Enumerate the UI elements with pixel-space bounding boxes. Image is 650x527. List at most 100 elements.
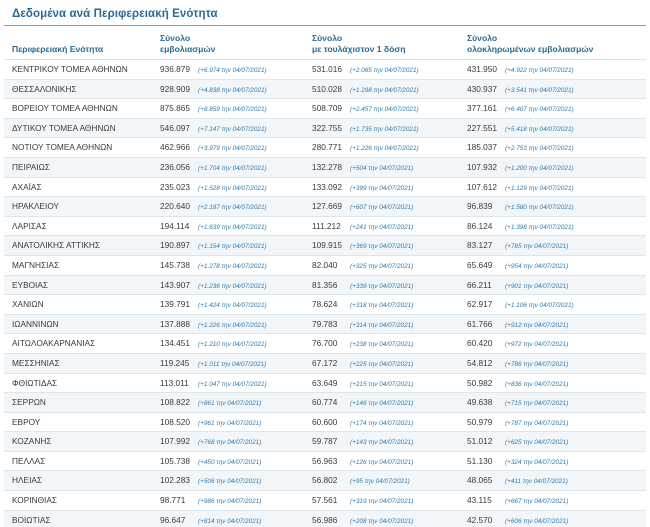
total-vaccinations-value: 235.023 [160, 181, 190, 192]
first-dose-total-value: 59.787 [312, 436, 338, 447]
total-vaccinations-daily-change: (+1.704 την 04/07/2021) [198, 164, 267, 172]
total-vaccinations-value: 546.097 [160, 122, 190, 133]
first-dose-total-daily-change: (+146 την 04/07/2021) [350, 400, 414, 408]
first-dose-total-value: 78.624 [312, 299, 338, 310]
first-dose-total-value: 57.561 [312, 495, 338, 506]
first-dose-total-cell: 510.028 (+1.298 την 04/07/2021) [312, 80, 419, 101]
fully-vaccinated-total-value: 65.649 [467, 259, 493, 270]
first-dose-total-daily-change: (+339 την 04/07/2021) [350, 282, 414, 290]
table-row: ΗΛΕΙΑΣ 102.283 (+506 την 04/07/2021) 56.802… [4, 471, 646, 492]
total-vaccinations-value: 119.245 [160, 357, 190, 368]
fully-vaccinated-total-daily-change: (+836 την 04/07/2021) [505, 380, 569, 388]
first-dose-total-cell: 127.669 (+607 την 04/07/2021) [312, 197, 413, 218]
column-header-region[interactable]: Περιφερειακή Ενότητα [12, 44, 103, 55]
region-name: ΜΑΓΝΗΣΙΑΣ [12, 259, 60, 270]
first-dose-total-value: 60.774 [312, 397, 338, 408]
fully-vaccinated-total-cell: 107.612 (+1.129 την 04/07/2021) [467, 178, 574, 199]
first-dose-total-cell: 109.915 (+369 την 04/07/2021) [312, 236, 413, 257]
fully-vaccinated-total-cell: 43.115 (+667 την 04/07/2021) [467, 491, 568, 512]
total-vaccinations-value: 875.865 [160, 103, 190, 114]
first-dose-total-daily-change: (+215 την 04/07/2021) [350, 380, 414, 388]
first-dose-total-cell: 59.787 (+143 την 04/07/2021) [312, 432, 413, 453]
column-header-total[interactable]: Σύνολο εμβολιασμών [160, 33, 215, 55]
first-dose-total-daily-change: (+241 την 04/07/2021) [350, 223, 414, 231]
total-vaccinations-daily-change: (+1.210 την 04/07/2021) [198, 341, 267, 349]
total-vaccinations-cell: 108.822 (+861 την 04/07/2021) [160, 393, 261, 414]
fully-vaccinated-total-cell: 51.130 (+324 την 04/07/2021) [467, 452, 568, 473]
total-vaccinations-value: 105.738 [160, 455, 190, 466]
first-dose-total-daily-change: (+2.065 την 04/07/2021) [350, 67, 419, 74]
first-dose-total-daily-change: (+607 την 04/07/2021) [350, 204, 414, 212]
table-row: ΑΧΑΪΑΣ 235.023 (+1.528 την 04/07/2021) 133.… [4, 178, 646, 198]
fully-vaccinated-total-cell: 107.932 (+1.200 την 04/07/2021) [467, 158, 574, 179]
fully-vaccinated-total-cell: 83.127 (+785 την 04/07/2021) [467, 236, 568, 257]
total-vaccinations-value: 108.520 [160, 416, 190, 427]
fully-vaccinated-total-value: 42.570 [467, 514, 493, 525]
fully-vaccinated-total-daily-change: (+1.129 την 04/07/2021) [505, 184, 574, 192]
column-header-first-dose[interactable]: Σύνολο με τουλάχιστον 1 δόση [312, 33, 406, 55]
total-vaccinations-daily-change: (+4.838 την 04/07/2021) [198, 86, 267, 94]
total-vaccinations-daily-change: (+814 την 04/07/2021) [198, 517, 262, 525]
first-dose-total-daily-change: (+1.735 την 04/07/2021) [350, 125, 419, 133]
total-vaccinations-cell: 139.791 (+1.424 την 04/07/2021) [160, 295, 267, 316]
first-dose-total-daily-change: (+504 την 04/07/2021) [350, 164, 414, 172]
total-vaccinations-daily-change: (+961 την 04/07/2021) [198, 419, 262, 427]
total-vaccinations-daily-change: (+7.147 την 04/07/2021) [198, 125, 267, 133]
fully-vaccinated-total-daily-change: (+2.753 την 04/07/2021) [505, 145, 574, 153]
fully-vaccinated-total-daily-change: (+972 την 04/07/2021) [505, 341, 569, 349]
region-name: ΛΑΡΙΣΑΣ [12, 220, 47, 231]
region-name: ΕΒΡΟΥ [12, 416, 41, 427]
fully-vaccinated-total-cell: 377.161 (+6.407 την 04/07/2021) [467, 99, 574, 120]
first-dose-total-value: 67.172 [312, 357, 338, 368]
region-name: ΔΥΤΙΚΟΥ ΤΟΜΕΑ ΑΘΗΝΩΝ [12, 122, 116, 133]
total-vaccinations-value: 96.647 [160, 514, 186, 525]
first-dose-total-cell: 63.649 (+215 την 04/07/2021) [312, 374, 413, 395]
first-dose-total-cell: 60.774 (+146 την 04/07/2021) [312, 393, 413, 414]
region-name: ΑΝΑΤΟΛΙΚΗΣ ΑΤΤΙΚΗΣ [12, 240, 101, 251]
total-vaccinations-daily-change: (+8.859 την 04/07/2021) [198, 106, 267, 114]
table-row: ΣΕΡΡΩΝ 108.822 (+861 την 04/07/2021) 60.774… [4, 393, 646, 413]
table-row: ΑΙΤΩΛΟΑΚΑΡΝΑΝΙΑΣ 134.451 (+1.210 την 04/07… [4, 334, 646, 354]
first-dose-total-daily-change: (+174 την 04/07/2021) [350, 419, 414, 427]
fully-vaccinated-total-cell: 62.917 (+1.106 την 04/07/2021) [467, 295, 574, 316]
total-vaccinations-cell: 107.992 (+768 την 04/07/2021) [160, 432, 261, 453]
fully-vaccinated-total-daily-change: (+5.418 την 04/07/2021) [505, 125, 574, 133]
fully-vaccinated-total-value: 83.127 [467, 240, 493, 251]
fully-vaccinated-total-value: 49.638 [467, 397, 493, 408]
total-vaccinations-value: 98.771 [160, 495, 186, 506]
fully-vaccinated-total-value: 96.839 [467, 201, 493, 212]
fully-vaccinated-total-cell: 431.950 (+4.922 την 04/07/2021) [467, 60, 574, 81]
fully-vaccinated-total-daily-change: (+625 την 04/07/2021) [505, 439, 569, 447]
table-row: ΝΟΤΙΟΥ ΤΟΜΕΑ ΑΘΗΝΩΝ 462.966 (+3.979 την 04… [4, 138, 646, 158]
panel-title: Δεδομένα ανά Περιφερειακή Ενότητα [12, 8, 218, 20]
total-vaccinations-value: 936.879 [160, 64, 190, 74]
region-name: ΒΟΡΕΙΟΥ ΤΟΜΕΑ ΑΘΗΝΩΝ [12, 103, 118, 114]
total-vaccinations-value: 194.114 [160, 220, 190, 231]
fully-vaccinated-total-value: 50.982 [467, 377, 493, 388]
fully-vaccinated-total-daily-change: (+606 την 04/07/2021) [505, 517, 569, 525]
total-vaccinations-daily-change: (+1.226 την 04/07/2021) [198, 321, 267, 329]
first-dose-total-daily-change: (+369 την 04/07/2021) [350, 243, 414, 251]
title-divider [4, 25, 646, 26]
table-row: ΦΘΙΩΤΙΔΑΣ 113.011 (+1.047 την 04/07/2021) 6… [4, 374, 646, 394]
region-name: ΝΟΤΙΟΥ ΤΟΜΕΑ ΑΘΗΝΩΝ [12, 142, 113, 153]
total-vaccinations-cell: 119.245 (+1.011 την 04/07/2021) [160, 354, 266, 375]
column-header-full-line2: ολοκληρωμένων εμβολιασμών [467, 44, 594, 54]
column-header-total-line1: Σύνολο [160, 33, 191, 43]
first-dose-total-daily-change: (+1.226 την 04/07/2021) [350, 145, 419, 153]
fully-vaccinated-total-daily-change: (+1.200 την 04/07/2021) [505, 164, 574, 172]
total-vaccinations-value: 113.011 [160, 377, 189, 388]
column-header-first-line1: Σύνολο [312, 33, 343, 43]
total-vaccinations-daily-change: (+2.187 την 04/07/2021) [198, 204, 267, 212]
first-dose-total-daily-change: (+1.298 την 04/07/2021) [350, 86, 419, 94]
total-vaccinations-cell: 143.907 (+1.236 την 04/07/2021) [160, 276, 267, 297]
fully-vaccinated-total-daily-change: (+324 την 04/07/2021) [505, 458, 569, 466]
column-header-fully-vaccinated[interactable]: Σύνολο ολοκληρωμένων εμβολιασμών [467, 33, 593, 55]
first-dose-total-cell: 56.802 (+95 την 04/07/2021) [312, 471, 410, 492]
table-row: ΔΥΤΙΚΟΥ ΤΟΜΕΑ ΑΘΗΝΩΝ 546.097 (+7.147 την 0… [4, 118, 646, 139]
first-dose-total-value: 60.600 [312, 416, 338, 427]
total-vaccinations-cell: 113.011 (+1.047 την 04/07/2021) [160, 374, 267, 395]
total-vaccinations-cell: 235.023 (+1.528 την 04/07/2021) [160, 178, 267, 199]
fully-vaccinated-total-value: 430.937 [467, 83, 497, 94]
total-vaccinations-cell: 108.520 (+961 την 04/07/2021) [160, 413, 261, 434]
